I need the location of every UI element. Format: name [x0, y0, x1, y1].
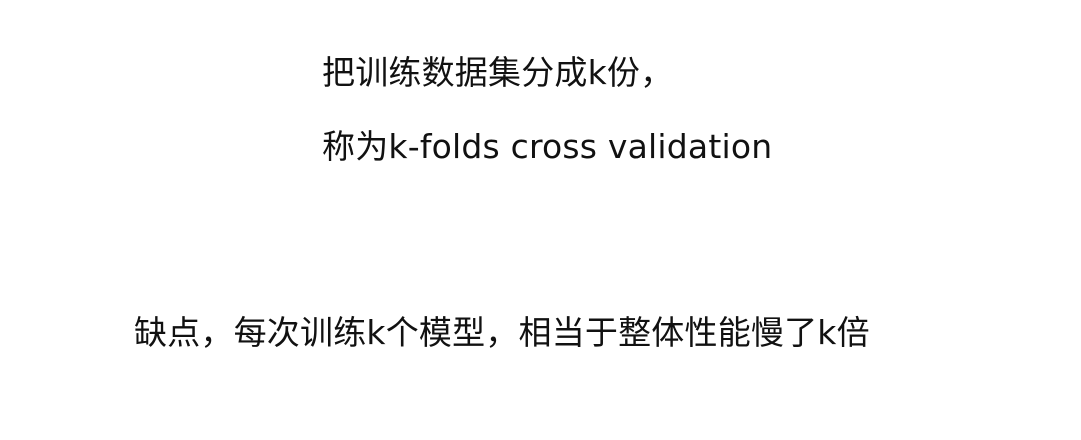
- slide-canvas: 把训练数据集分成k份， 称为k-folds cross validation 缺…: [0, 0, 1081, 440]
- kfold-split-text: 把训练数据集分成k份，: [322, 53, 674, 92]
- kfold-name-text: 称为k-folds cross validation: [322, 127, 773, 166]
- drawback-text: 缺点，每次训练k个模型，相当于整体性能慢了k倍: [134, 313, 870, 352]
